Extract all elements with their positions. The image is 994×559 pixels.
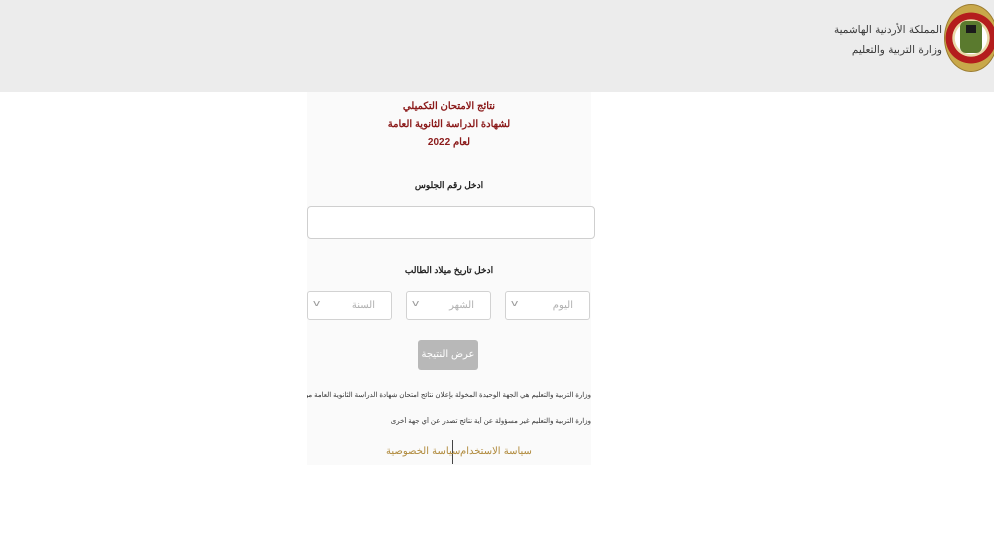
ministry-logo <box>944 4 994 72</box>
chevron-down-icon: v <box>411 299 420 309</box>
privacy-policy-link[interactable]: سياسة الخصوصية <box>386 446 460 457</box>
seat-number-label: ادخل رقم الجلوس <box>414 180 484 190</box>
chevron-down-icon: v <box>510 299 519 309</box>
header-text: المملكة الأردنية الهاشمية وزارة التربية … <box>834 20 942 60</box>
month-select-placeholder: الشهر <box>449 300 474 311</box>
form-title-line3: لعام 2022 <box>427 137 471 148</box>
terms-of-use-link[interactable]: سياسة الاستخدام <box>460 446 532 457</box>
chevron-down-icon: v <box>312 299 321 309</box>
show-result-button[interactable]: عرض النتيجة <box>418 340 478 370</box>
month-select[interactable]: الشهر v <box>406 291 491 320</box>
seat-number-input[interactable] <box>307 206 595 239</box>
day-select-placeholder: اليوم <box>552 300 573 311</box>
form-title-line1: نتائج الامتحان التكميلي <box>402 101 496 112</box>
official-source-notice: وزارة التربية والتعليم هي الجهة الوحيدة … <box>307 392 591 399</box>
kingdom-name: المملكة الأردنية الهاشمية <box>833 24 942 36</box>
year-select-placeholder: السنة <box>351 300 375 311</box>
year-select[interactable]: السنة v <box>307 291 392 320</box>
crest-icon <box>960 21 982 53</box>
liability-notice: وزارة التربية والتعليم غير مسؤولة عن أية… <box>390 418 591 425</box>
day-select[interactable]: اليوم v <box>505 291 590 320</box>
birth-date-label: ادخل تاريخ ميلاد الطالب <box>404 265 494 275</box>
form-title-line2: لشهادة الدراسة الثانوية العامة <box>387 119 511 130</box>
ministry-name: وزارة التربية والتعليم <box>851 44 942 56</box>
